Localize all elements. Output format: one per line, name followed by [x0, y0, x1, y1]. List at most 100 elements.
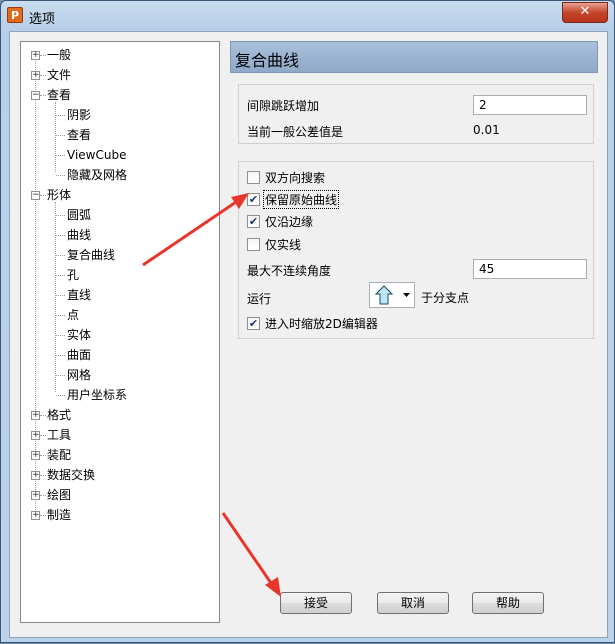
tree-item[interactable]: + 文件 — [31, 65, 72, 85]
chevron-down-icon — [403, 293, 410, 297]
title-bar[interactable]: P 选项 ✕ — [1, 1, 614, 31]
edges-only-checkbox[interactable]: ✔ — [247, 215, 260, 228]
tree-root-line — [35, 56, 36, 516]
expand-icon[interactable]: + — [31, 411, 40, 420]
gap-settings-group: 间隙跳跃增加 2 当前一般公差值是 0.01 — [238, 84, 594, 144]
tree-item-label: 形体 — [47, 188, 72, 202]
tree-item[interactable]: ViewCube — [56, 145, 127, 165]
zoom-2d-editor-checkbox[interactable]: ✔ — [247, 317, 260, 330]
tree-item[interactable]: 实体 — [56, 325, 92, 345]
tree-item[interactable]: + 装配 — [31, 445, 72, 465]
tree-item[interactable]: 圆弧 — [56, 205, 92, 225]
cancel-button[interactable]: 取消 — [377, 592, 449, 614]
tree-branch-line-view — [55, 102, 56, 172]
tree-item-label: 曲面 — [67, 348, 92, 362]
tree-connector — [40, 415, 46, 416]
category-tree: + 一般 + 文件 − 查看 阴影 查看 ViewCube 隐藏及网格 − 形体 圆弧 曲线 复合曲线孔直线… — [20, 41, 220, 623]
tree-item[interactable]: 复合曲线 — [56, 245, 116, 265]
tree-connector — [40, 435, 46, 436]
tree-item[interactable]: − 查看 — [31, 85, 72, 105]
tree-item-label: 查看 — [47, 88, 72, 102]
tree-item-label: 直线 — [67, 288, 92, 302]
tree-item[interactable]: 网格 — [56, 365, 92, 385]
help-button[interactable]: 帮助 — [472, 592, 544, 614]
tree-item[interactable]: 点 — [56, 305, 79, 325]
tree-item[interactable]: 阴影 — [56, 105, 92, 125]
tree-item-label: 绘图 — [47, 488, 72, 502]
tree-item-label: 文件 — [47, 68, 72, 82]
tree-connector — [56, 135, 65, 136]
collapse-icon[interactable]: − — [31, 91, 40, 100]
expand-icon[interactable]: + — [31, 71, 40, 80]
tree-connector — [40, 55, 46, 56]
tree-connector — [40, 495, 46, 496]
window-title: 选项 — [29, 12, 56, 27]
tree-connector — [40, 515, 46, 516]
tree-item[interactable]: 孔 — [56, 265, 79, 285]
solid-lines-only-checkbox[interactable] — [247, 238, 260, 251]
expand-icon[interactable]: + — [31, 511, 40, 520]
tree-connector — [56, 235, 65, 236]
tree-item[interactable]: 隐藏及网格 — [56, 165, 127, 185]
run-mode-dropdown[interactable] — [369, 282, 415, 308]
solid-lines-only-label: 仅实线 — [265, 238, 302, 252]
expand-icon[interactable]: + — [31, 431, 40, 440]
gap-increment-label: 间隙跳跃增加 — [247, 99, 320, 113]
tolerance-label: 当前一般公差值是 — [247, 125, 344, 139]
options-dialog: P 选项 ✕ + 一般 + 文件 − 查看 阴影 查看 ViewCube 隐藏及网格 − 形体 圆弧 曲线… — [0, 0, 615, 643]
tree-item-label: ViewCube — [67, 148, 127, 162]
tree-item-label: 复合曲线 — [67, 248, 116, 262]
tolerance-value: 0.01 — [473, 123, 500, 137]
tree-item-label: 网格 — [67, 368, 92, 382]
tree-connector — [56, 275, 65, 276]
tree-item[interactable]: + 数据交换 — [31, 465, 95, 485]
close-button[interactable]: ✕ — [562, 2, 608, 23]
tree-connector — [56, 315, 65, 316]
tree-item[interactable]: 曲线 — [56, 225, 91, 245]
tree-item[interactable]: + 一般 — [31, 45, 71, 65]
tree-item[interactable]: + 工具 — [31, 425, 71, 445]
tree-item-label: 装配 — [47, 448, 72, 462]
tree-connector — [40, 75, 46, 76]
keep-original-curves-checkbox[interactable]: ✔ — [247, 193, 260, 206]
tree-item[interactable]: 查看 — [56, 125, 92, 145]
tree-connector — [40, 455, 46, 456]
tree-connector — [56, 295, 65, 296]
curve-options-group: 双方向搜索 ✔ 保留原始曲线 ✔ 仅沿边缘 仅实线 最大不连续角度 45 运行 … — [238, 161, 594, 339]
tree-item-label: 实体 — [67, 328, 92, 342]
expand-icon[interactable]: + — [31, 51, 40, 60]
tree-item[interactable]: 用户坐标系 — [56, 385, 127, 405]
tree-item-label: 圆弧 — [67, 208, 92, 222]
collapse-icon[interactable]: − — [31, 191, 40, 200]
tree-connector — [56, 115, 65, 116]
tree-connector — [40, 195, 46, 196]
tree-item[interactable]: + 制造 — [31, 505, 71, 525]
tree-item[interactable]: 曲面 — [56, 345, 92, 365]
tree-item-label: 格式 — [47, 408, 72, 422]
panel-header: 复合曲线 — [230, 41, 598, 73]
bidirectional-search-checkbox[interactable] — [247, 171, 260, 184]
app-logo-icon: P — [7, 7, 23, 23]
expand-icon[interactable]: + — [31, 451, 40, 460]
tree-item-label: 阴影 — [67, 108, 92, 122]
max-angle-input[interactable]: 45 — [473, 259, 587, 279]
accept-button[interactable]: 接受 — [280, 592, 352, 614]
tree-connector — [56, 215, 65, 216]
tree-connector — [56, 395, 65, 396]
tree-item[interactable]: + 格式 — [31, 405, 72, 425]
gap-increment-input[interactable]: 2 — [473, 95, 587, 115]
up-arrow-icon — [374, 285, 410, 305]
dialog-body: + 一般 + 文件 − 查看 阴影 查看 ViewCube 隐藏及网格 − 形体 圆弧 曲线 复合曲线孔直线… — [9, 31, 608, 638]
max-angle-label: 最大不连续角度 — [247, 264, 332, 278]
expand-icon[interactable]: + — [31, 491, 40, 500]
tree-item[interactable]: + 绘图 — [31, 485, 72, 505]
tree-item[interactable]: 直线 — [56, 285, 92, 305]
zoom-2d-editor-label: 进入时缩放2D编辑器 — [265, 317, 378, 331]
tree-item[interactable]: − 形体 — [31, 185, 72, 205]
tree-connector — [56, 155, 65, 156]
tree-connector — [56, 375, 65, 376]
run-label: 运行 — [247, 292, 272, 306]
expand-icon[interactable]: + — [31, 471, 40, 480]
tree-connector — [40, 475, 46, 476]
tree-item-label: 查看 — [67, 128, 92, 142]
